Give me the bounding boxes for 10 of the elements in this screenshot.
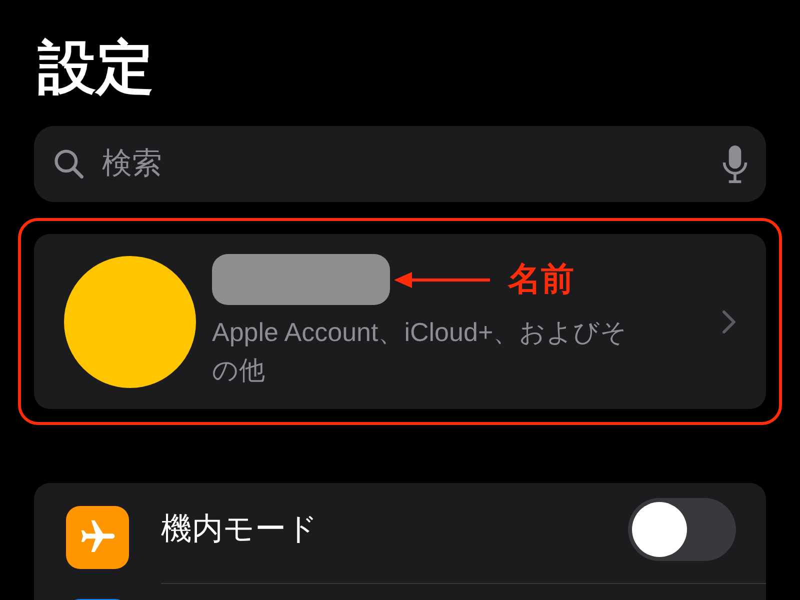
microphone-icon[interactable]	[722, 144, 748, 184]
chevron-icon	[722, 310, 736, 334]
search-field[interactable]: 検索	[34, 126, 766, 202]
account-card[interactable]: 名前 Apple Account、iCloud+、およびその他	[34, 234, 766, 409]
annotation-label: 名前	[508, 259, 574, 299]
search-icon	[52, 147, 86, 181]
account-subtitle: Apple Account、iCloud+、およびその他	[212, 316, 628, 387]
page-title: 設定	[38, 34, 154, 102]
row-label: 機内モード	[161, 510, 319, 548]
search-input[interactable]: 検索	[100, 146, 722, 182]
